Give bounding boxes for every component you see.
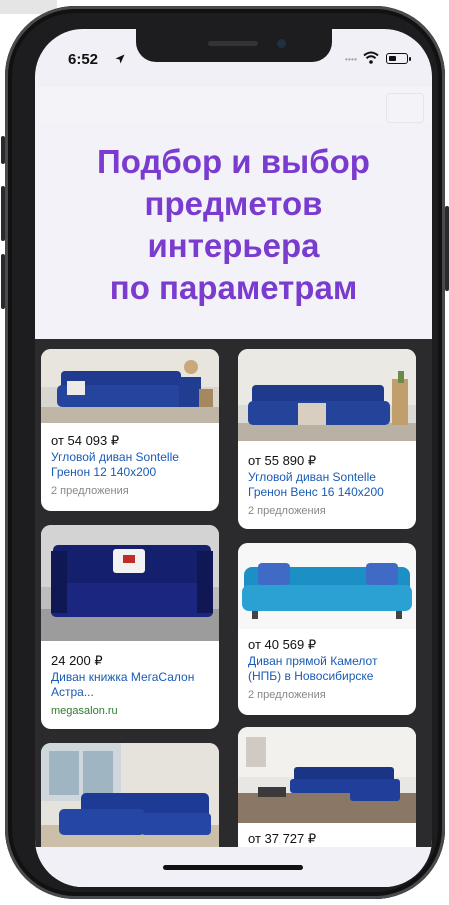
headline-text: Подбор и выбор предметов интерьера по па…: [97, 143, 370, 306]
offers-count: 2 предложения: [248, 689, 326, 701]
product-image: [41, 525, 219, 641]
offers-count: 2 предложения: [51, 485, 129, 497]
location-arrow-icon: [115, 54, 125, 64]
notch: [136, 29, 332, 62]
product-feed[interactable]: от 54 093 ₽ Угловой диван Sontelle Грено…: [35, 339, 432, 847]
wifi-icon: [363, 51, 379, 64]
home-indicator[interactable]: [163, 865, 303, 870]
product-card[interactable]: от 37 727 ₽: [238, 727, 416, 847]
product-image: [238, 349, 416, 441]
product-title-link[interactable]: Угловой диван Sontelle Гренон 12 140x200: [51, 450, 216, 480]
web-page-top: [35, 87, 432, 123]
product-title-link[interactable]: Диван прямой Камелот (НПБ) в Новосибирск…: [248, 654, 413, 684]
product-image: [238, 543, 416, 629]
product-image: [41, 349, 219, 423]
product-price: от 54 093 ₽: [51, 433, 120, 448]
headline-banner: Подбор и выбор предметов интерьера по па…: [35, 123, 432, 339]
phone-screen: 6:52 • • • • Подбор и выбор предметов ин…: [35, 29, 432, 887]
product-card[interactable]: от 54 093 ₽ Угловой диван Sontelle Грено…: [41, 349, 219, 511]
battery-icon: [386, 53, 411, 64]
status-time: 6:52: [68, 51, 99, 68]
power-button: [445, 206, 449, 291]
speaker-grille: [208, 41, 258, 46]
front-camera: [277, 39, 286, 48]
product-price: от 55 890 ₽: [248, 453, 317, 468]
page-header-decoration: [386, 93, 424, 123]
shop-link[interactable]: megasalon.ru: [51, 705, 216, 717]
offers-count: 2 предложения: [248, 505, 326, 517]
product-price: 24 200 ₽: [51, 653, 103, 668]
product-price: от 40 569 ₽: [248, 637, 317, 652]
bottom-safe-area: [35, 847, 432, 887]
product-title-link[interactable]: Диван книжка МегаСалон Астра...: [51, 670, 216, 700]
mute-switch: [1, 136, 5, 164]
volume-down-button: [1, 254, 5, 309]
product-card[interactable]: от 55 890 ₽ Угловой диван Sontelle Грено…: [238, 349, 416, 529]
status-bar: 6:52 • • • •: [35, 29, 432, 87]
product-card[interactable]: 24 200 ₽ Диван книжка МегаСалон Астра...…: [41, 525, 219, 729]
product-price: от 37 727 ₽: [248, 831, 317, 846]
product-image: [41, 743, 219, 847]
cellular-signal-icon: • • • •: [345, 55, 357, 64]
product-card[interactable]: [41, 743, 219, 847]
phone-frame: 6:52 • • • • Подбор и выбор предметов ин…: [1, 6, 449, 899]
product-image: [238, 727, 416, 823]
product-title-link[interactable]: Угловой диван Sontelle Гренон Венс 16 14…: [248, 470, 413, 500]
volume-up-button: [1, 186, 5, 241]
product-card[interactable]: от 40 569 ₽ Диван прямой Камелот (НПБ) в…: [238, 543, 416, 715]
